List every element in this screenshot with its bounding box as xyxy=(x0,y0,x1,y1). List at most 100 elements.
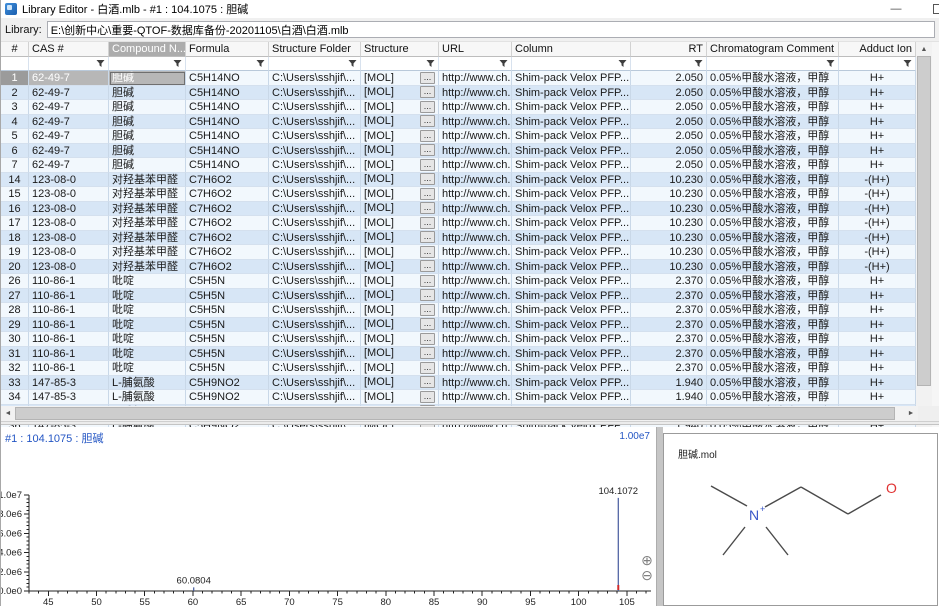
cell-folder[interactable]: C:\Users\sshjif\... xyxy=(269,274,361,289)
cell-adduct[interactable]: H+ xyxy=(839,71,916,86)
cell-adduct[interactable]: H+ xyxy=(839,274,916,289)
filter-cell-formula[interactable] xyxy=(186,57,269,71)
cell-column[interactable]: Shim-pack Velox PFP... xyxy=(512,231,631,246)
column-header-compound[interactable]: Compound N... xyxy=(109,42,186,57)
cell-cas[interactable]: 123-08-0 xyxy=(29,216,109,231)
cell-url[interactable]: http://www.ch... xyxy=(439,332,512,347)
cell-formula[interactable]: C7H6O2 xyxy=(186,245,269,260)
cell-rt[interactable]: 10.230 xyxy=(631,245,707,260)
cell-column[interactable]: Shim-pack Velox PFP... xyxy=(512,129,631,144)
filter-funnel-icon[interactable] xyxy=(499,59,508,68)
column-header-adduct[interactable]: Adduct Ion xyxy=(839,42,916,57)
zoom-in-icon[interactable]: ⊕ xyxy=(638,553,656,568)
structure-browse-button[interactable]: ... xyxy=(420,260,435,272)
cell-structure[interactable]: [MOL] ... xyxy=(361,260,439,275)
filter-cell-url[interactable] xyxy=(439,57,512,71)
cell-cas[interactable]: 62-49-7 xyxy=(29,71,109,86)
cell-adduct[interactable]: H+ xyxy=(839,129,916,144)
cell-cas[interactable]: 110-86-1 xyxy=(29,303,109,318)
cell-comment[interactable]: 0.05%甲酸水溶液，甲醇 xyxy=(707,376,839,391)
cell-compound[interactable]: 胆碱 xyxy=(109,129,186,144)
cell-structure[interactable]: [MOL] ... xyxy=(361,158,439,173)
vertical-scroll-thumb[interactable] xyxy=(917,56,931,386)
cell-adduct[interactable]: H+ xyxy=(839,115,916,130)
cell-rt[interactable]: 10.230 xyxy=(631,216,707,231)
filter-cell-structure[interactable] xyxy=(361,57,439,71)
cell-structure[interactable]: [MOL] ... xyxy=(361,202,439,217)
cell-num[interactable]: 14 xyxy=(1,173,29,188)
cell-structure[interactable]: [MOL] ... xyxy=(361,115,439,130)
structure-browse-button[interactable]: ... xyxy=(420,304,435,316)
panel-divider[interactable] xyxy=(656,427,663,606)
cell-adduct[interactable]: H+ xyxy=(839,158,916,173)
cell-cas[interactable]: 62-49-7 xyxy=(29,115,109,130)
cell-column[interactable]: Shim-pack Velox PFP... xyxy=(512,100,631,115)
filter-cell-num[interactable] xyxy=(1,57,29,71)
filter-cell-comment[interactable] xyxy=(707,57,839,71)
cell-num[interactable]: 28 xyxy=(1,303,29,318)
cell-url[interactable]: http://www.ch... xyxy=(439,318,512,333)
cell-rt[interactable]: 2.370 xyxy=(631,332,707,347)
structure-browse-button[interactable]: ... xyxy=(420,376,435,388)
cell-column[interactable]: Shim-pack Velox PFP... xyxy=(512,361,631,376)
cell-formula[interactable]: C5H5N xyxy=(186,303,269,318)
cell-url[interactable]: http://www.ch... xyxy=(439,260,512,275)
cell-adduct[interactable]: -(H+) xyxy=(839,187,916,202)
cell-structure[interactable]: [MOL] ... xyxy=(361,216,439,231)
cell-rt[interactable]: 1.940 xyxy=(631,390,707,405)
cell-folder[interactable]: C:\Users\sshjif\... xyxy=(269,100,361,115)
cell-compound[interactable]: 胆碱 xyxy=(109,115,186,130)
cell-structure[interactable]: [MOL] ... xyxy=(361,129,439,144)
cell-comment[interactable]: 0.05%甲酸水溶液，甲醇 xyxy=(707,390,839,405)
cell-url[interactable]: http://www.ch... xyxy=(439,144,512,159)
cell-compound[interactable]: 对羟基苯甲醛 xyxy=(109,216,186,231)
cell-num[interactable]: 17 xyxy=(1,216,29,231)
zoom-out-icon[interactable]: ⊖ xyxy=(638,568,656,583)
cell-num[interactable]: 1 xyxy=(1,71,29,86)
cell-structure[interactable]: [MOL] ... xyxy=(361,361,439,376)
cell-adduct[interactable]: H+ xyxy=(839,289,916,304)
cell-formula[interactable]: C5H14NO xyxy=(186,100,269,115)
cell-compound[interactable]: 吡啶 xyxy=(109,303,186,318)
cell-column[interactable]: Shim-pack Velox PFP... xyxy=(512,187,631,202)
cell-rt[interactable]: 2.050 xyxy=(631,86,707,101)
cell-url[interactable]: http://www.ch... xyxy=(439,129,512,144)
cell-formula[interactable]: C5H5N xyxy=(186,289,269,304)
cell-formula[interactable]: C5H14NO xyxy=(186,144,269,159)
cell-adduct[interactable]: H+ xyxy=(839,332,916,347)
structure-browse-button[interactable]: ... xyxy=(420,289,435,301)
cell-cas[interactable]: 62-49-7 xyxy=(29,129,109,144)
structure-browse-button[interactable]: ... xyxy=(420,246,435,258)
cell-num[interactable]: 15 xyxy=(1,187,29,202)
cell-compound[interactable]: 胆碱 xyxy=(109,71,186,86)
cell-comment[interactable]: 0.05%甲酸水溶液，甲醇 xyxy=(707,158,839,173)
minimize-button[interactable]: — xyxy=(881,3,911,15)
cell-folder[interactable]: C:\Users\sshjif\... xyxy=(269,376,361,391)
structure-browse-button[interactable]: ... xyxy=(420,347,435,359)
cell-adduct[interactable]: -(H+) xyxy=(839,173,916,188)
cell-cas[interactable]: 62-49-7 xyxy=(29,144,109,159)
cell-column[interactable]: Shim-pack Velox PFP... xyxy=(512,303,631,318)
cell-comment[interactable]: 0.05%甲酸水溶液，甲醇 xyxy=(707,86,839,101)
cell-adduct[interactable]: H+ xyxy=(839,318,916,333)
cell-folder[interactable]: C:\Users\sshjif\... xyxy=(269,202,361,217)
cell-adduct[interactable]: H+ xyxy=(839,86,916,101)
cell-url[interactable]: http://www.ch... xyxy=(439,245,512,260)
cell-num[interactable]: 34 xyxy=(1,390,29,405)
filter-funnel-icon[interactable] xyxy=(426,59,435,68)
cell-column[interactable]: Shim-pack Velox PFP... xyxy=(512,347,631,362)
structure-browse-button[interactable]: ... xyxy=(420,391,435,403)
scroll-left-icon[interactable]: ◄ xyxy=(1,406,15,421)
cell-structure[interactable]: [MOL] ... xyxy=(361,274,439,289)
cell-folder[interactable]: C:\Users\sshjif\... xyxy=(269,144,361,159)
cell-rt[interactable]: 2.050 xyxy=(631,129,707,144)
cell-cas[interactable]: 62-49-7 xyxy=(29,86,109,101)
cell-adduct[interactable]: H+ xyxy=(839,144,916,159)
cell-adduct[interactable]: H+ xyxy=(839,347,916,362)
cell-formula[interactable]: C7H6O2 xyxy=(186,216,269,231)
cell-rt[interactable]: 2.050 xyxy=(631,144,707,159)
cell-compound[interactable]: 对羟基苯甲醛 xyxy=(109,173,186,188)
column-header-formula[interactable]: Formula xyxy=(186,42,269,57)
cell-num[interactable]: 26 xyxy=(1,274,29,289)
cell-comment[interactable]: 0.05%甲酸水溶液，甲醇 xyxy=(707,260,839,275)
